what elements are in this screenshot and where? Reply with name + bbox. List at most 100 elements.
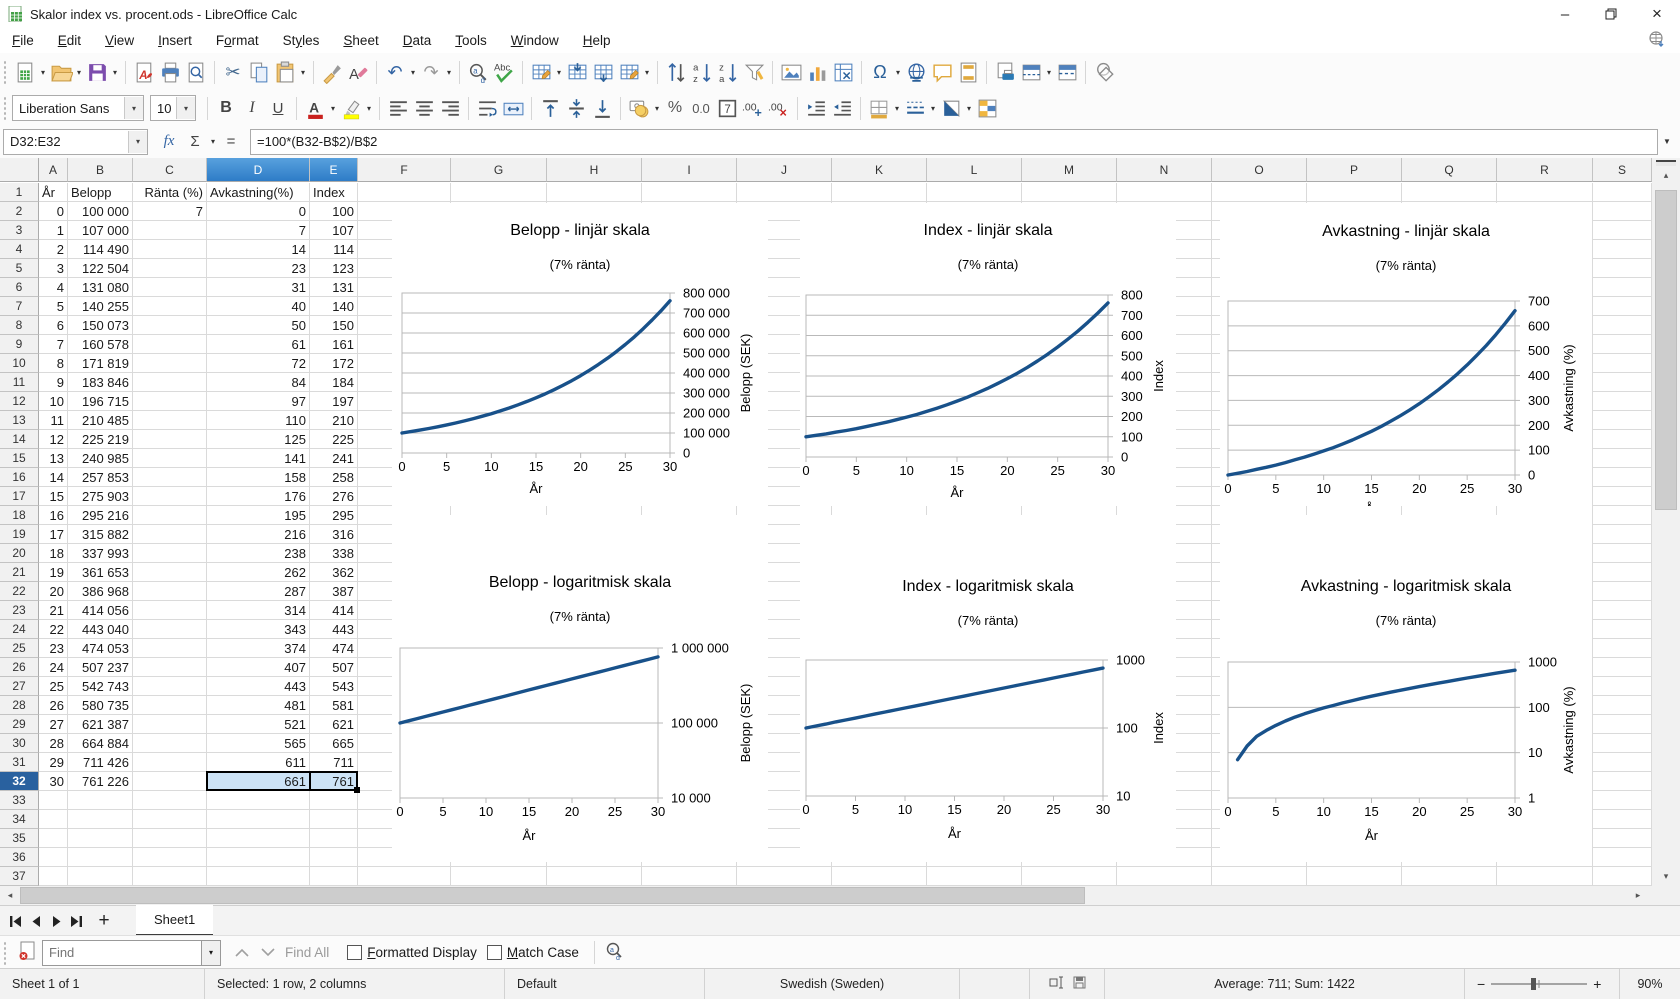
cell-D19[interactable]: 216 (207, 525, 310, 544)
cell-D4[interactable]: 14 (207, 240, 310, 259)
undo-dropdown-icon[interactable]: ▾ (408, 68, 418, 77)
cell-B5[interactable]: 122 504 (68, 259, 133, 278)
chart-index-linjar[interactable]: 0100200300400500600700800051015202530Ind… (800, 203, 1176, 506)
zoom-slider[interactable]: − + (1465, 969, 1620, 999)
toolbar-grip[interactable] (3, 60, 8, 84)
column-header-O[interactable]: O (1212, 158, 1307, 182)
row-header-7[interactable]: 7 (0, 297, 39, 316)
row-header-4[interactable]: 4 (0, 240, 39, 259)
cell-D25[interactable]: 374 (207, 639, 310, 658)
cell-D5[interactable]: 23 (207, 259, 310, 278)
borders-icon[interactable] (866, 94, 892, 122)
row-header-17[interactable]: 17 (0, 487, 39, 506)
cell-B28[interactable]: 580 735 (68, 696, 133, 715)
split-handle[interactable] (1656, 160, 1676, 166)
column-header-R[interactable]: R (1497, 158, 1593, 182)
cut-icon[interactable]: ✂ (220, 58, 246, 86)
find-input[interactable] (42, 940, 201, 966)
cell-A12[interactable]: 10 (39, 392, 68, 411)
row-header-32[interactable]: 32 (0, 772, 39, 791)
cell-E24[interactable]: 443 (310, 620, 358, 639)
cell-D12[interactable]: 97 (207, 392, 310, 411)
insert-image-icon[interactable] (778, 58, 804, 86)
new-document-dropdown-icon[interactable]: ▾ (38, 68, 48, 77)
cell-A6[interactable]: 4 (39, 278, 68, 297)
row-header-29[interactable]: 29 (0, 715, 39, 734)
clone-formatting-icon[interactable] (319, 58, 345, 86)
status-selection[interactable]: Selected: 1 row, 2 columns (205, 969, 505, 999)
cell-D10[interactable]: 72 (207, 354, 310, 373)
row-header-26[interactable]: 26 (0, 658, 39, 677)
cell-E7[interactable]: 140 (310, 297, 358, 316)
cell-A10[interactable]: 8 (39, 354, 68, 373)
previous-sheet-icon[interactable] (26, 911, 46, 931)
cell-D21[interactable]: 262 (207, 563, 310, 582)
cell-B11[interactable]: 183 846 (68, 373, 133, 392)
cell-E25[interactable]: 474 (310, 639, 358, 658)
freeze-panes-icon[interactable] (1018, 58, 1044, 86)
cell-B3[interactable]: 107 000 (68, 221, 133, 240)
column-operations-dropdown-icon[interactable]: ▾ (642, 68, 652, 77)
cell-E31[interactable]: 711 (310, 753, 358, 772)
cell-D15[interactable]: 141 (207, 449, 310, 468)
column-header-P[interactable]: P (1307, 158, 1402, 182)
row-header-2[interactable]: 2 (0, 202, 39, 221)
borders-dropdown-icon[interactable]: ▾ (892, 104, 902, 113)
horizontal-scrollbar-thumb[interactable] (20, 887, 1085, 904)
chart-avkastning-linjar[interactable]: 0100200300400500600700051015202530Avkast… (1220, 203, 1592, 506)
menu-sheet[interactable]: Sheet (331, 30, 390, 51)
column-header-J[interactable]: J (737, 158, 832, 182)
align-bottom-icon[interactable] (589, 94, 615, 122)
name-box-dropdown-icon[interactable]: ▾ (128, 131, 147, 153)
row-header-18[interactable]: 18 (0, 506, 39, 525)
chart-avkastning-logaritmisk[interactable]: 1101001000051015202530Avkastning - logar… (1220, 515, 1592, 862)
cell-A25[interactable]: 23 (39, 639, 68, 658)
row-header-16[interactable]: 16 (0, 468, 39, 487)
zoom-in-icon[interactable]: + (1593, 976, 1601, 992)
highlight-color-icon[interactable] (338, 94, 364, 122)
redo-dropdown-icon[interactable]: ▾ (444, 68, 454, 77)
row-header-23[interactable]: 23 (0, 601, 39, 620)
status-page-style[interactable]: Default (505, 969, 705, 999)
cell-B17[interactable]: 275 903 (68, 487, 133, 506)
insert-row-icon[interactable] (564, 58, 590, 86)
row-header-19[interactable]: 19 (0, 525, 39, 544)
match-case-checkbox[interactable] (487, 945, 502, 960)
align-vcenter-icon[interactable] (563, 94, 589, 122)
menu-edit[interactable]: Edit (46, 30, 93, 51)
cell-D20[interactable]: 238 (207, 544, 310, 563)
status-language[interactable]: Swedish (Sweden) (705, 969, 960, 999)
cell-D18[interactable]: 195 (207, 506, 310, 525)
column-header-B[interactable]: B (68, 158, 133, 182)
menu-window[interactable]: Window (499, 30, 571, 51)
print-preview-icon[interactable] (183, 58, 209, 86)
print-area-icon[interactable] (992, 58, 1018, 86)
restore-button[interactable] (1588, 0, 1634, 28)
row-header-36[interactable]: 36 (0, 848, 39, 867)
font-color-dropdown-icon[interactable]: ▾ (328, 104, 338, 113)
row-header-15[interactable]: 15 (0, 449, 39, 468)
save-dropdown-icon[interactable]: ▾ (110, 68, 120, 77)
cell-D24[interactable]: 343 (207, 620, 310, 639)
cell-B10[interactable]: 171 819 (68, 354, 133, 373)
cell-D8[interactable]: 50 (207, 316, 310, 335)
cell-D16[interactable]: 158 (207, 468, 310, 487)
cell-B19[interactable]: 315 882 (68, 525, 133, 544)
menu-insert[interactable]: Insert (146, 30, 204, 51)
cell-E21[interactable]: 362 (310, 563, 358, 582)
currency-icon[interactable] (626, 94, 652, 122)
cell-D23[interactable]: 314 (207, 601, 310, 620)
toolbar-grip[interactable] (3, 941, 8, 965)
cell-A24[interactable]: 22 (39, 620, 68, 639)
cell-B31[interactable]: 711 426 (68, 753, 133, 772)
row-header-27[interactable]: 27 (0, 677, 39, 696)
column-header-N[interactable]: N (1117, 158, 1212, 182)
cell-D17[interactable]: 176 (207, 487, 310, 506)
align-left-icon[interactable] (385, 94, 411, 122)
chart-index-logaritmisk[interactable]: 101001000051015202530Index - logaritmisk… (800, 515, 1176, 862)
select-all-corner[interactable] (0, 158, 39, 182)
column-header-I[interactable]: I (642, 158, 737, 182)
row-header-31[interactable]: 31 (0, 753, 39, 772)
undo-icon[interactable]: ↶ (382, 58, 408, 86)
border-color-dropdown-icon[interactable]: ▾ (964, 104, 974, 113)
